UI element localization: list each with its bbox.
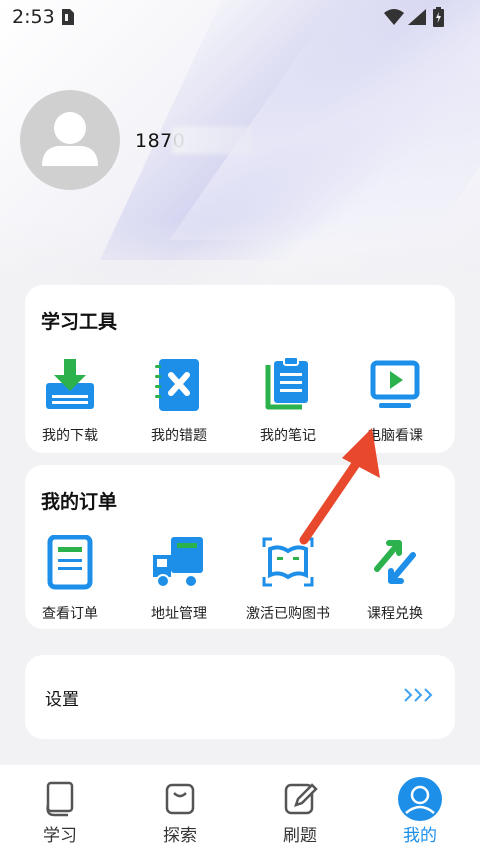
my-downloads-button[interactable]: 我的下载 [20,357,120,445]
status-bar: 2:53 [0,0,480,34]
order-label: 查看订单 [42,606,98,622]
study-tools-title: 学习工具 [41,311,118,333]
order-label: 激活已购图书 [246,606,330,622]
triple-chevron-right-icon [404,688,433,702]
settings-label: 设置 [45,690,79,710]
notes-icon [265,356,308,410]
battery-icon [433,7,444,27]
my-orders-title: 我的订单 [41,491,118,513]
tab-label: 探索 [163,826,197,846]
tab-practice[interactable]: 刷题 [240,765,360,854]
order-list-icon [47,534,93,590]
sim-card-icon [62,9,74,25]
user-icon [405,785,435,814]
tab-label: 学习 [43,826,77,846]
bag-icon [165,783,195,815]
tool-label: 我的下载 [42,428,98,444]
settings-row[interactable]: 设置 [25,655,455,739]
download-icon [46,359,94,409]
annotation-arrow [299,428,380,545]
phone-redaction [172,126,252,154]
address-management-button[interactable]: 地址管理 [129,535,229,623]
wifi-icon [384,9,404,25]
wrong-questions-icon [155,359,199,411]
cellular-signal-icon [408,9,426,25]
delivery-truck-icon [153,537,203,588]
default-user-icon [42,112,98,166]
view-orders-button[interactable]: 查看订单 [20,534,120,623]
pc-video-icon [370,360,420,408]
order-label: 地址管理 [151,606,207,622]
avatar[interactable] [20,90,120,190]
tab-study[interactable]: 学习 [0,765,120,854]
edit-icon [284,783,318,815]
tab-label: 我的 [403,826,437,846]
tool-label: 我的错题 [151,428,207,444]
bottom-tab-bar: 学习 探索 刷题 我的 [0,765,480,854]
order-label: 课程兑换 [367,606,423,622]
tab-label: 刷题 [283,826,317,846]
tab-explore[interactable]: 探索 [120,765,240,854]
tab-mine[interactable]: 我的 [360,765,480,854]
status-time: 2:53 [12,6,55,28]
book-icon [46,781,74,817]
wrong-questions-button[interactable]: 我的错题 [129,357,229,445]
